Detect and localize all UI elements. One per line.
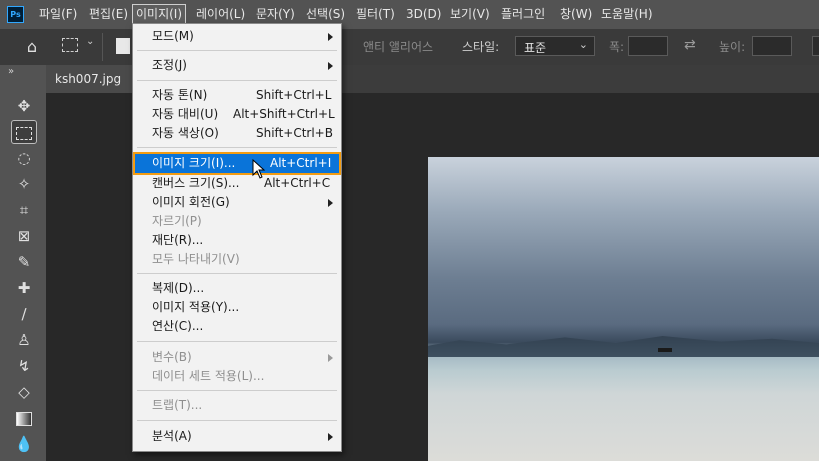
submenu-arrow-icon — [328, 199, 333, 207]
photoshop-logo: Ps — [7, 6, 24, 23]
healing-brush-tool-icon[interactable]: ✚ — [11, 276, 37, 300]
menu-item-apply-data-set: 데이터 세트 적용(L)... — [152, 369, 265, 383]
menu-window[interactable]: 창(W) — [557, 4, 595, 25]
menu-item-reveal-all: 모두 나타내기(V) — [152, 252, 240, 266]
menu-item-analysis[interactable]: 분석(A) — [133, 427, 341, 446]
gradient-tool-icon[interactable] — [11, 406, 37, 430]
menu-item-calculations[interactable]: 연산(C)... — [133, 317, 341, 336]
menu-bar: Ps 파일(F) 편집(E) 이미지(I) 레이어(L) 문자(Y) 선택(S)… — [0, 0, 819, 29]
history-brush-tool-icon[interactable]: ↯ — [11, 354, 37, 378]
menu-select[interactable]: 선택(S) — [303, 4, 348, 25]
frame-tool-icon[interactable]: ⊠ — [11, 224, 37, 248]
menu-item-auto-tone[interactable]: 자동 톤(N) Shift+Ctrl+L — [133, 86, 341, 105]
collapse-icon[interactable]: » — [8, 66, 14, 77]
chevron-down-icon: ⌄ — [578, 38, 588, 51]
width-input[interactable] — [628, 36, 668, 56]
menu-item-mode[interactable]: 모드(M) — [133, 27, 341, 46]
magic-wand-tool-icon[interactable]: ✧ — [11, 172, 37, 196]
document-tab[interactable]: ksh007.jpg @ — [46, 65, 132, 114]
menu-item-trap: 트랩(T)... — [152, 398, 203, 412]
style-select[interactable]: 표준 ⌄ — [515, 36, 595, 56]
divider — [137, 341, 337, 342]
beach-photo — [428, 157, 819, 461]
eyedropper-tool-icon[interactable]: ✎ — [11, 250, 37, 274]
marquee-preset-icon[interactable] — [62, 38, 78, 52]
boat — [658, 348, 672, 352]
menu-filter[interactable]: 필터(T) — [353, 4, 398, 25]
divider — [137, 390, 337, 391]
brush-tool-icon[interactable]: ∕ — [11, 302, 37, 326]
menu-view[interactable]: 보기(V) — [447, 4, 493, 25]
crop-tool-icon[interactable]: ⌗ — [11, 198, 37, 222]
menu-plugins[interactable]: 플러그인 — [498, 4, 548, 25]
width-label: 폭: — [609, 40, 625, 54]
menu-item-crop: 자르기(P) — [152, 214, 202, 228]
divider — [137, 80, 337, 81]
antialias-label: 앤티 앨리어스 — [363, 40, 434, 54]
menu-item-auto-color[interactable]: 자동 색상(O) Shift+Ctrl+B — [133, 124, 341, 143]
menu-item-image-size[interactable]: 이미지 크기(I)... Alt+Ctrl+I — [133, 152, 341, 175]
blur-tool-icon[interactable]: 💧 — [11, 432, 37, 456]
divider — [137, 147, 337, 148]
divider — [137, 420, 337, 421]
submenu-arrow-icon — [328, 33, 333, 41]
menu-image[interactable]: 이미지(I) — [132, 4, 187, 25]
menu-item-apply-image[interactable]: 이미지 적용(Y)... — [133, 298, 341, 317]
menu-3d[interactable]: 3D(D) — [403, 4, 444, 25]
style-label: 스타일: — [462, 40, 500, 54]
menu-item-image-rotation[interactable]: 이미지 회전(G) — [133, 193, 341, 212]
divider — [137, 273, 337, 274]
submenu-arrow-icon — [328, 354, 333, 362]
new-selection-icon[interactable] — [116, 38, 130, 54]
menu-type[interactable]: 문자(Y) — [253, 4, 298, 25]
select-and-mask-button[interactable] — [812, 36, 819, 56]
mouse-cursor-icon — [252, 159, 266, 179]
menu-item-trim[interactable]: 재단(R)... — [133, 231, 341, 250]
divider — [102, 33, 103, 61]
menu-file[interactable]: 파일(F) — [36, 4, 80, 25]
home-icon[interactable]: ⌂ — [20, 37, 44, 57]
image-menu-dropdown: 모드(M) 조정(J) 자동 톤(N) Shift+Ctrl+L 자동 대비(U)… — [132, 23, 342, 452]
divider — [137, 50, 337, 51]
menu-help[interactable]: 도움말(H) — [598, 4, 656, 25]
menu-item-canvas-size[interactable]: 캔버스 크기(S)... Alt+Ctrl+C — [133, 174, 341, 193]
swap-icon[interactable]: ⇄ — [684, 37, 696, 53]
menu-item-adjustments[interactable]: 조정(J) — [133, 56, 341, 75]
menu-item-variables: 변수(B) — [133, 348, 341, 367]
menu-item-duplicate[interactable]: 복제(D)... — [133, 279, 341, 298]
clone-stamp-tool-icon[interactable]: ♙ — [11, 328, 37, 352]
menu-layer[interactable]: 레이어(L) — [193, 4, 248, 25]
tools-panel: » ✥ ◌ ✧ ⌗ ⊠ ✎ ✚ ∕ ♙ ↯ ◇ 💧 — [0, 65, 46, 461]
menu-item-auto-contrast[interactable]: 자동 대비(U) Alt+Shift+Ctrl+L — [133, 105, 341, 124]
chevron-down-icon[interactable]: ⌄ — [86, 36, 94, 47]
submenu-arrow-icon — [328, 62, 333, 70]
mountains — [428, 336, 819, 357]
height-input[interactable] — [752, 36, 792, 56]
submenu-arrow-icon — [328, 433, 333, 441]
style-select-value: 표준 — [524, 41, 547, 55]
eraser-tool-icon[interactable]: ◇ — [11, 380, 37, 404]
marquee-tool-icon[interactable] — [11, 120, 37, 144]
menu-edit[interactable]: 편집(E) — [86, 4, 131, 25]
height-label: 높이: — [719, 40, 746, 54]
options-bar: ⌂ ⌄ 앤티 앨리어스 스타일: 표준 ⌄ 폭: ⇄ 높이: — [0, 29, 819, 66]
lasso-tool-icon[interactable]: ◌ — [11, 146, 37, 170]
move-tool-icon[interactable]: ✥ — [11, 94, 37, 118]
